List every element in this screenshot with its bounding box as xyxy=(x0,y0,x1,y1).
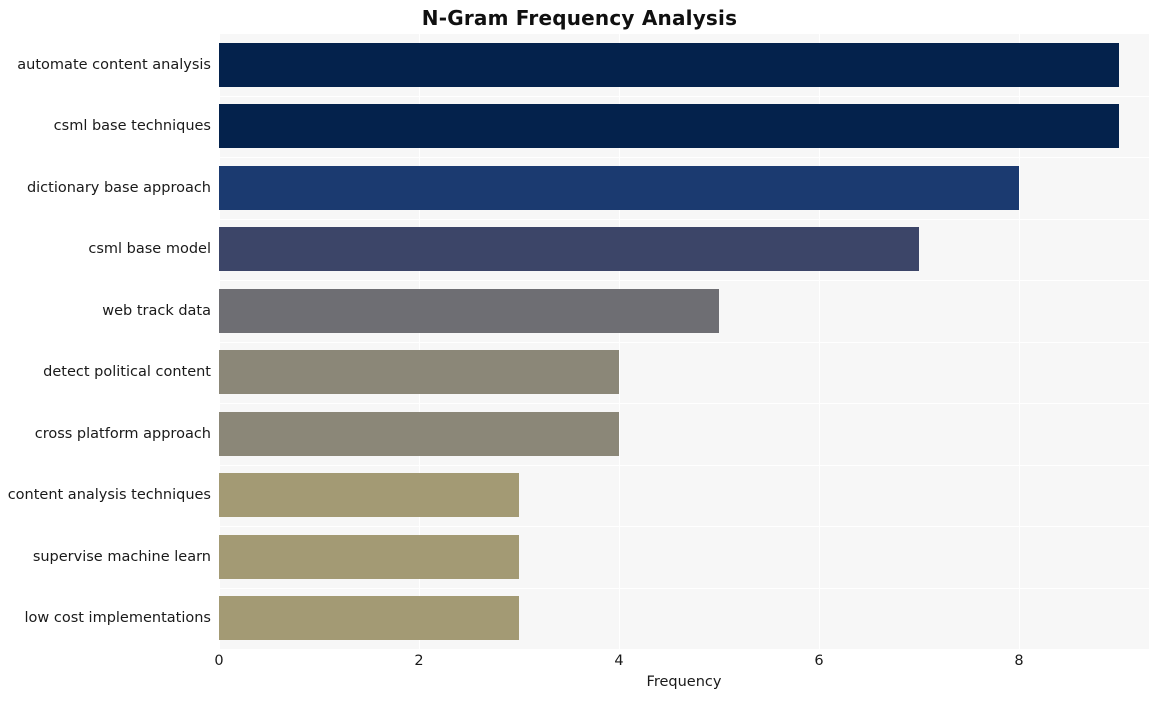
chart-figure: N-Gram Frequency Analysis automate conte… xyxy=(0,0,1159,701)
x-tick-label: 8 xyxy=(1014,653,1024,669)
bar xyxy=(219,227,919,272)
x-tick-label: 4 xyxy=(614,653,624,669)
y-tick-label: dictionary base approach xyxy=(26,179,211,196)
bar xyxy=(219,596,519,641)
y-axis-labels: automate content analysis csml base techn… xyxy=(0,34,211,649)
y-tick-label: csml base techniques xyxy=(53,118,211,135)
y-tick-label: csml base model xyxy=(88,241,211,258)
y-tick-label: automate content analysis xyxy=(17,56,211,73)
y-tick-label: low cost implementations xyxy=(24,610,211,627)
bar xyxy=(219,42,1119,87)
bar xyxy=(219,473,519,518)
plot-area xyxy=(219,34,1149,649)
bar xyxy=(219,411,619,456)
y-tick-label: supervise machine learn xyxy=(32,548,211,565)
gridline-horizontal xyxy=(219,526,1149,527)
gridline-horizontal xyxy=(219,280,1149,281)
x-tick-label: 6 xyxy=(814,653,824,669)
bar xyxy=(219,165,1019,210)
bar xyxy=(219,534,519,579)
gridline-horizontal xyxy=(219,403,1149,404)
y-tick-label: detect political content xyxy=(43,364,211,381)
gridline-horizontal xyxy=(219,341,1149,343)
y-tick-label: cross platform approach xyxy=(34,425,211,442)
gridline-horizontal xyxy=(219,157,1149,158)
bar xyxy=(219,350,619,395)
bar xyxy=(219,288,719,333)
y-tick-label: web track data xyxy=(102,302,211,319)
x-axis-title: Frequency xyxy=(646,674,722,690)
x-tick-label: 0 xyxy=(214,653,224,669)
gridline-horizontal xyxy=(219,218,1149,220)
gridline-horizontal xyxy=(219,464,1149,466)
bar xyxy=(219,104,1119,149)
chart-title: N-Gram Frequency Analysis xyxy=(421,6,738,30)
gridline-horizontal xyxy=(219,95,1149,97)
x-axis-ticks: 0 2 4 6 8 xyxy=(214,649,1149,675)
y-tick-label: content analysis techniques xyxy=(7,487,211,504)
x-tick-label: 2 xyxy=(414,653,424,669)
gridline-horizontal xyxy=(219,587,1149,589)
